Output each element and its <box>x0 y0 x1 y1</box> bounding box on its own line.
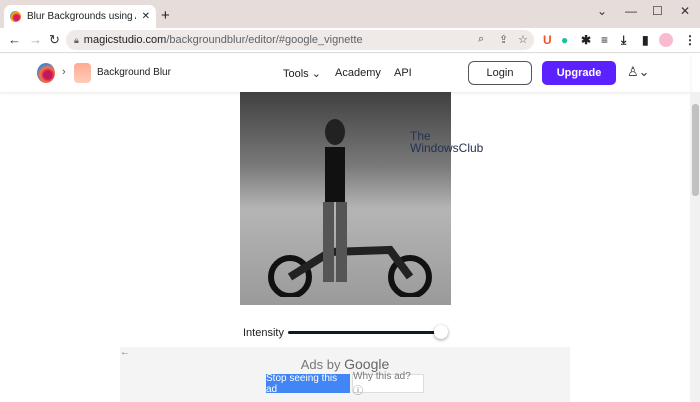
share-icon[interactable]: ⇪ <box>499 33 508 46</box>
close-tab-icon[interactable]: ✕ <box>142 11 150 22</box>
forward-button[interactable]: → <box>29 32 42 47</box>
profile-avatar[interactable] <box>659 33 673 47</box>
why-this-ad-button[interactable]: Why this ad? ⓘ <box>352 371 424 397</box>
user-menu-icon[interactable]: ♙⌄ <box>627 64 650 80</box>
bookmark-star-icon[interactable]: ☆ <box>518 33 528 46</box>
ads-by-google: Ads by Google <box>120 356 570 372</box>
intensity-label: Intensity <box>243 327 284 339</box>
minimize-button[interactable]: — <box>625 4 637 18</box>
ad-panel: ← Ads by Google Stop seeing this ad Why … <box>120 347 570 402</box>
browser-tab[interactable]: Blur Backgrounds using AI | Backgr ✕ <box>4 5 156 28</box>
nav-tools-label: Tools <box>283 68 309 80</box>
magic-studio-logo[interactable] <box>37 63 55 83</box>
grammarly-icon[interactable]: ● <box>561 33 568 47</box>
scrollbar-thumb[interactable] <box>692 104 699 196</box>
reload-button[interactable]: ↻ <box>49 32 60 48</box>
watermark: The WindowsClub <box>410 130 483 154</box>
address-bar[interactable]: 🔒︎ magicstudio.com/backgroundblur/editor… <box>66 30 534 50</box>
tab-bar: Blur Backgrounds using AI | Backgr ✕ + ⌄… <box>0 0 700 28</box>
site-header: › Background Blur Tools ⌄ Academy API Lo… <box>0 54 690 92</box>
tab-search-icon[interactable]: ⌄ <box>597 4 607 18</box>
lock-icon: 🔒︎ <box>74 34 79 45</box>
url-path: /backgroundblur/editor/#google_vignette <box>166 34 363 46</box>
download-icon[interactable]: ⤓ <box>621 33 626 48</box>
upgrade-button[interactable]: Upgrade <box>542 61 616 85</box>
chevron-down-icon: ⌄ <box>311 68 321 80</box>
stop-seeing-ad-button[interactable]: Stop seeing this ad <box>266 373 350 395</box>
person-image <box>323 119 347 282</box>
close-window-button[interactable]: ✕ <box>680 4 690 18</box>
nav-academy[interactable]: Academy <box>335 67 381 79</box>
new-tab-button[interactable]: + <box>161 7 170 24</box>
extension-u-icon[interactable]: U <box>543 33 552 47</box>
login-button[interactable]: Login <box>468 61 532 85</box>
watermark-line-2: WindowsClub <box>410 141 484 155</box>
favicon-icon <box>10 11 21 22</box>
zoom-icon[interactable]: ⌕ <box>478 33 484 46</box>
nav-api[interactable]: API <box>394 67 412 79</box>
back-button[interactable]: ← <box>8 32 21 47</box>
browser-toolbar: ← → ↻ 🔒︎ magicstudio.com/backgroundblur/… <box>0 28 700 53</box>
extensions-puzzle-icon[interactable]: ✱ <box>581 33 591 47</box>
intensity-slider[interactable] <box>288 331 441 334</box>
nav-tools[interactable]: Tools ⌄ <box>283 67 321 80</box>
blurred-photo <box>240 92 451 305</box>
tab-title: Blur Backgrounds using AI | Backgr <box>27 11 136 22</box>
menu-dots-icon[interactable]: ⋮ <box>684 33 696 47</box>
background-blur-logo <box>74 63 91 83</box>
ads-by-label: Ads by <box>300 357 341 372</box>
url-domain: magicstudio.com <box>83 34 167 46</box>
reading-list-icon[interactable]: ≡ <box>601 33 608 47</box>
app-name: Background Blur <box>97 67 171 78</box>
intensity-slider-handle[interactable] <box>434 325 448 339</box>
chevron-right-icon: › <box>62 66 66 78</box>
side-panel-icon[interactable]: ▮ <box>642 33 649 47</box>
maximize-button[interactable]: ☐ <box>652 4 663 18</box>
